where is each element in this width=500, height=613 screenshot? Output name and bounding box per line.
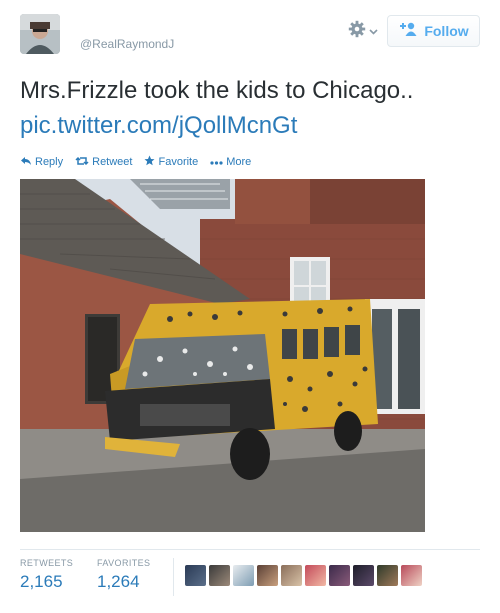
avatar[interactable] — [233, 565, 254, 586]
tweet-photo[interactable] — [20, 179, 425, 532]
avatar[interactable] — [353, 565, 374, 586]
avatar[interactable] — [281, 565, 302, 586]
retweets-stat[interactable]: RETWEETS 2,165 — [20, 558, 73, 592]
avatar[interactable] — [20, 14, 60, 54]
retweet-button[interactable]: Retweet — [75, 156, 132, 169]
more-dots-icon — [210, 156, 223, 168]
favoriters-avatars — [185, 565, 422, 586]
retweet-label: Retweet — [92, 156, 133, 168]
favorite-label: Favorite — [158, 156, 199, 168]
tweet-media-link[interactable]: pic.twitter.com/jQollMcnGt — [20, 111, 297, 141]
more-label: More — [226, 156, 252, 168]
favorites-count: 1,264 — [97, 572, 140, 591]
star-icon — [144, 155, 155, 169]
add-user-icon — [398, 22, 418, 41]
tweet-text: Mrs.Frizzle took the kids to Chicago.. — [20, 77, 414, 104]
follow-label: Follow — [424, 23, 469, 39]
gear-icon — [348, 20, 366, 43]
tweet-actions: Reply Retweet Favorite More — [20, 154, 251, 170]
user-handle[interactable]: @RealRaymondJ — [80, 37, 174, 51]
stats-divider — [20, 549, 480, 550]
avatar[interactable] — [377, 565, 398, 586]
user-dropdown[interactable] — [340, 16, 386, 46]
reply-button[interactable]: Reply — [20, 156, 63, 169]
reply-label: Reply — [35, 156, 64, 168]
tweet-header: @RealRaymondJ Follow — [0, 0, 500, 68]
avatar[interactable] — [329, 565, 350, 586]
favorites-label: FAVORITES — [97, 558, 151, 568]
avatar[interactable] — [305, 565, 326, 586]
favorites-stat[interactable]: FAVORITES 1,264 — [97, 558, 150, 592]
more-button[interactable]: More — [210, 156, 251, 168]
reply-icon — [20, 156, 32, 169]
follow-button[interactable]: Follow — [387, 15, 480, 47]
retweet-icon — [75, 156, 89, 169]
retweets-label: RETWEETS — [20, 558, 74, 568]
avatar[interactable] — [185, 565, 206, 586]
stats-separator — [173, 558, 174, 596]
avatar[interactable] — [209, 565, 230, 586]
avatar[interactable] — [401, 565, 422, 586]
avatar[interactable] — [257, 565, 278, 586]
chevron-down-icon — [369, 22, 378, 40]
retweets-count: 2,165 — [20, 572, 63, 591]
favorite-button[interactable]: Favorite — [144, 155, 198, 169]
